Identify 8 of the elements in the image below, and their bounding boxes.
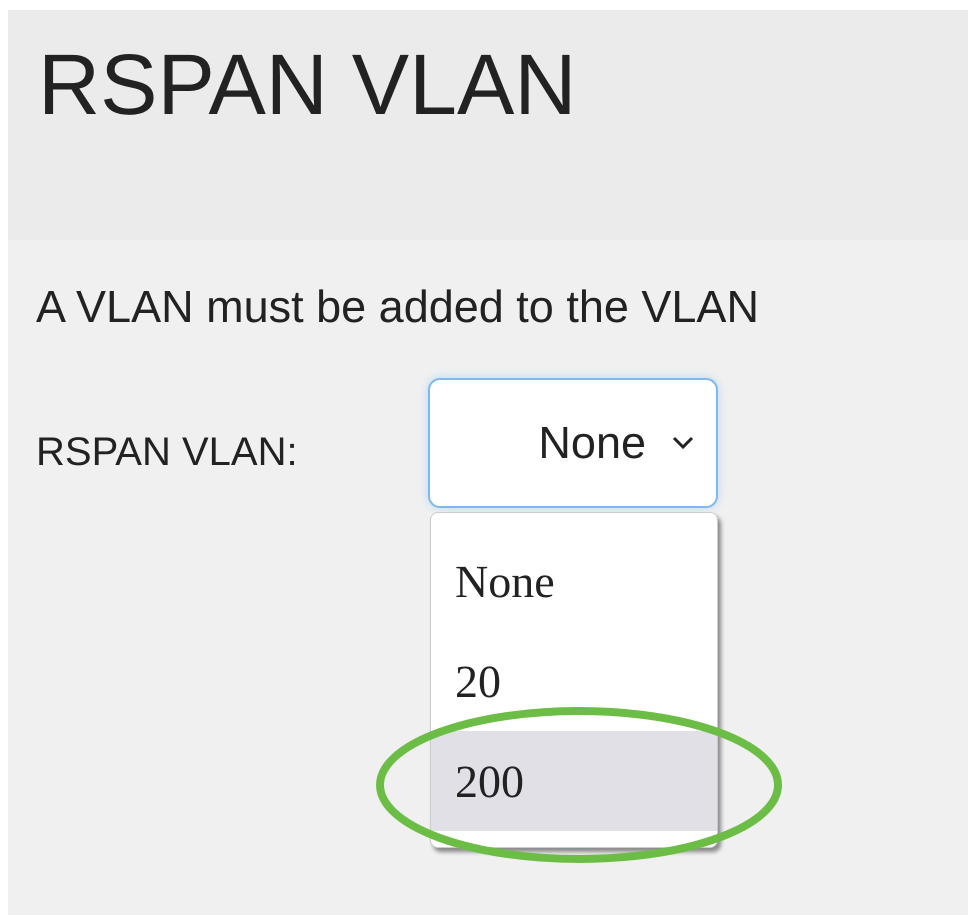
- description-text: A VLAN must be added to the VLAN: [36, 280, 760, 334]
- chevron-icon: [672, 436, 694, 450]
- field-label: RSPAN VLAN:: [36, 430, 299, 475]
- dropdown-option[interactable]: 20: [431, 631, 717, 731]
- dropdown-option[interactable]: 200: [431, 731, 717, 831]
- vlan-dropdown[interactable]: None: [428, 378, 718, 508]
- dropdown-option[interactable]: None: [431, 531, 717, 631]
- page-title: RSPAN VLAN: [38, 38, 578, 133]
